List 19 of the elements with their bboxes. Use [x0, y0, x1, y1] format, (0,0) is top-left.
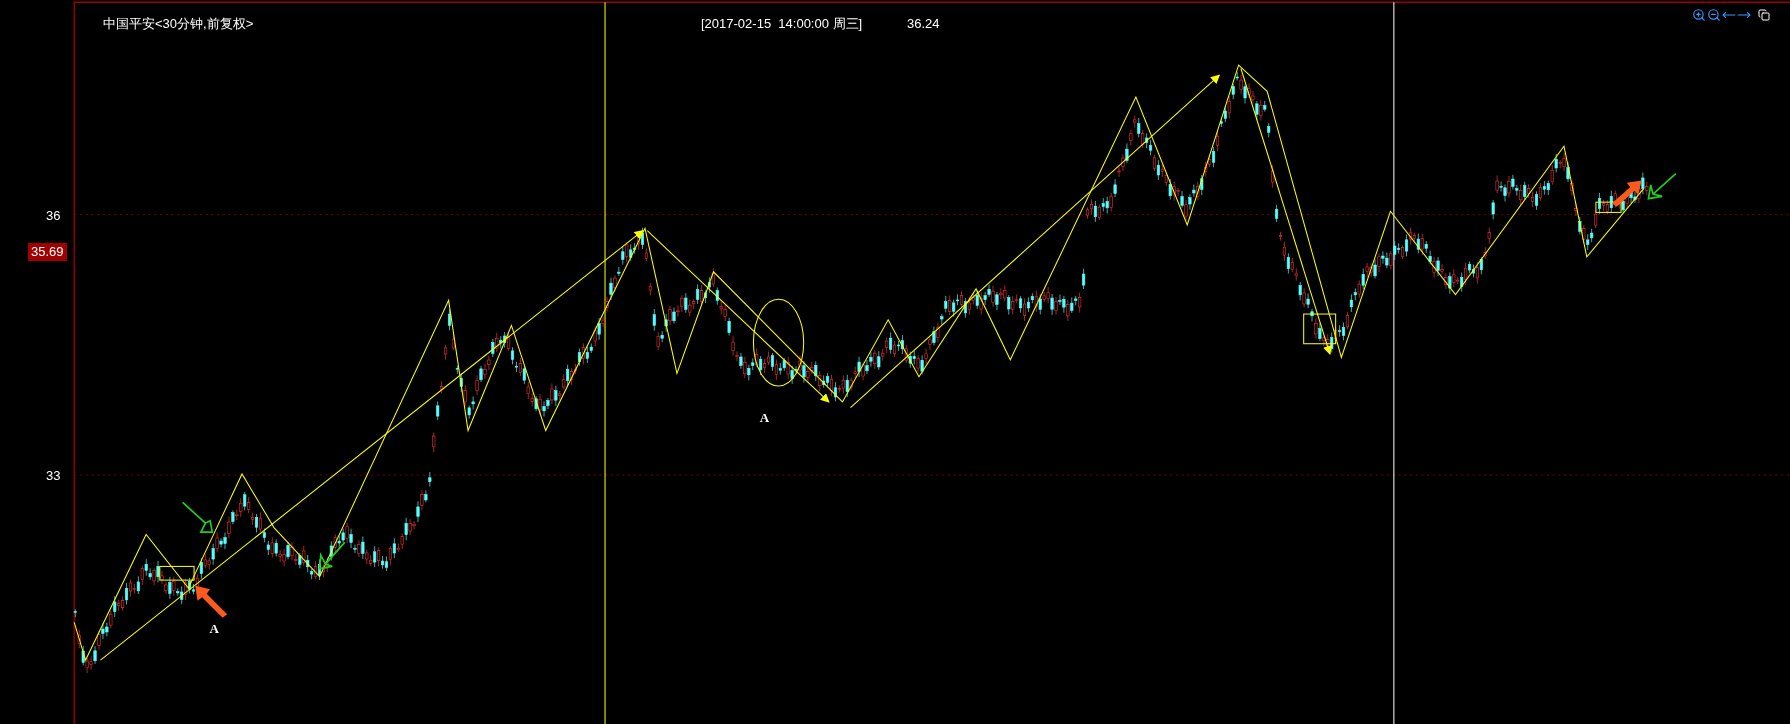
cursor-price: 36.24 — [907, 15, 940, 33]
axis-label: 33 — [46, 466, 61, 485]
restore-window-icon[interactable] — [1758, 9, 1770, 21]
axis-label: 36 — [46, 206, 61, 225]
chart-title: 中国平安<30分钟,前复权> — [103, 15, 254, 33]
arrow-marker — [318, 541, 346, 570]
arrow-marker — [181, 501, 214, 533]
cursor-time: [2017-02-15 14:00:00 周三] — [701, 15, 863, 33]
zoom-in-icon[interactable] — [1692, 8, 1706, 22]
zoom-out-icon[interactable] — [1707, 8, 1721, 22]
box-marker — [1595, 201, 1622, 213]
arrow-marker — [1647, 172, 1677, 200]
annotation-label: A — [759, 408, 770, 427]
box-marker — [159, 565, 195, 581]
annotation-label: A — [209, 619, 219, 638]
box-marker — [1303, 313, 1337, 345]
arrow-marker — [1611, 180, 1642, 207]
arrow-marker — [195, 585, 228, 618]
current-price-tag: 35.69 — [28, 243, 67, 261]
